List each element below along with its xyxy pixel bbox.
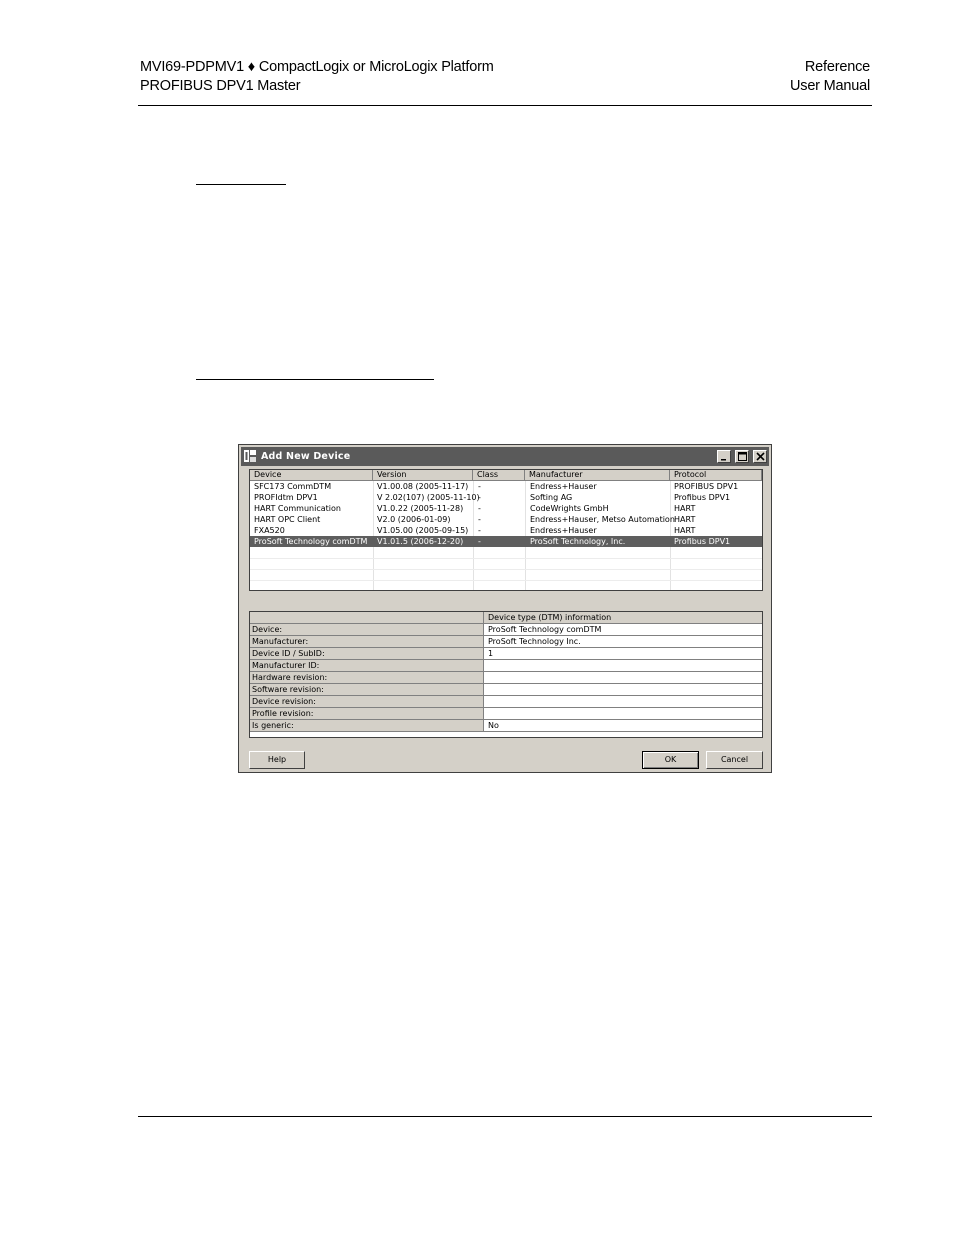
grid-line: [250, 558, 762, 559]
cell-protocol: Profibus DPV1: [674, 493, 731, 502]
column-header-class[interactable]: Class: [473, 470, 525, 481]
maximize-button[interactable]: [735, 450, 749, 463]
table-row[interactable]: SFC173 CommDTM V1.00.08 (2005-11-17) - E…: [250, 481, 762, 492]
close-icon: [756, 452, 765, 461]
cell-class: -: [478, 526, 481, 535]
info-row[interactable]: Hardware revision:: [250, 672, 762, 684]
cell-class: -: [478, 493, 481, 502]
cell-protocol: HART: [674, 526, 696, 535]
device-info-grid: Device type (DTM) information Device: Pr…: [249, 611, 763, 738]
table-row[interactable]: PROFIdtm DPV1 V 2.02(107) (2005-11-10) -…: [250, 492, 762, 503]
info-row[interactable]: Profile revision:: [250, 708, 762, 720]
info-label: Device ID / SubID:: [250, 648, 484, 659]
cell-protocol: HART: [674, 504, 696, 513]
cell-device: FXA520: [254, 526, 285, 535]
app-icon: [244, 450, 256, 462]
cell-device: PROFIdtm DPV1: [254, 493, 318, 502]
header-product-title: MVI69-PDPMV1 ♦ CompactLogix or MicroLogi…: [140, 59, 494, 75]
info-row[interactable]: Is generic: No: [250, 720, 762, 732]
cell-device: ProSoft Technology comDTM: [254, 537, 368, 546]
section-underline-1: [196, 184, 286, 185]
cell-device: HART Communication: [254, 504, 341, 513]
cancel-button[interactable]: Cancel: [706, 751, 763, 769]
table-row[interactable]: HART Communication V1.0.22 (2005-11-28) …: [250, 503, 762, 514]
info-value: ProSoft Technology comDTM: [488, 625, 602, 634]
cell-class: -: [478, 504, 481, 513]
page-header-left: MVI69-PDPMV1 ♦ CompactLogix or MicroLogi…: [140, 58, 494, 96]
ok-button[interactable]: OK: [642, 751, 699, 769]
info-row[interactable]: Device ID / SubID: 1: [250, 648, 762, 660]
minimize-button[interactable]: [717, 450, 731, 463]
dialog-title: Add New Device: [261, 451, 351, 462]
cell-version: V 2.02(107) (2005-11-10): [377, 493, 480, 502]
info-value: No: [488, 721, 499, 730]
grid-line: [250, 569, 762, 570]
cell-manufacturer: ProSoft Technology, Inc.: [530, 537, 626, 546]
column-header-manufacturer[interactable]: Manufacturer: [525, 470, 670, 481]
dialog-titlebar[interactable]: Add New Device: [241, 447, 769, 466]
info-header-row: Device type (DTM) information: [250, 612, 762, 624]
info-row[interactable]: Device revision:: [250, 696, 762, 708]
info-label: Software revision:: [250, 684, 484, 695]
info-label: Device:: [250, 624, 484, 635]
cell-manufacturer: Endress+Hauser: [530, 482, 597, 491]
column-header-version[interactable]: Version: [373, 470, 473, 481]
cell-class: -: [478, 515, 481, 524]
table-row[interactable]: FXA520 V1.05.00 (2005-09-15) - Endress+H…: [250, 525, 762, 536]
cell-device: HART OPC Client: [254, 515, 321, 524]
cell-manufacturer: Endress+Hauser: [530, 526, 597, 535]
device-list[interactable]: Device Version Class Manufacturer Protoc…: [249, 469, 763, 591]
add-new-device-dialog: Add New Device Device Version Class Manu…: [238, 444, 772, 773]
info-row[interactable]: Manufacturer: ProSoft Technology Inc.: [250, 636, 762, 648]
info-header: Device type (DTM) information: [488, 613, 612, 622]
cell-class: -: [478, 482, 481, 491]
help-button[interactable]: Help: [249, 751, 305, 769]
cell-manufacturer: Endress+Hauser, Metso Automation: [530, 515, 675, 524]
header-rule: [138, 105, 872, 106]
info-value: 1: [488, 649, 494, 658]
table-row-selected[interactable]: ProSoft Technology comDTM V1.01.5 (2006-…: [250, 536, 762, 547]
info-label: Is generic:: [250, 720, 484, 731]
cell-version: V2.0 (2006-01-09): [377, 515, 451, 524]
header-section: Reference: [804, 59, 870, 75]
page-header-right: Reference User Manual: [790, 58, 870, 96]
cell-manufacturer: CodeWrights GmbH: [530, 504, 609, 513]
cell-device: SFC173 CommDTM: [254, 482, 332, 491]
cell-protocol: PROFIBUS DPV1: [674, 482, 739, 491]
cell-protocol: Profibus DPV1: [674, 537, 731, 546]
cell-version: V1.05.00 (2005-09-15): [377, 526, 469, 535]
footer-rule: [138, 1116, 872, 1117]
info-value: ProSoft Technology Inc.: [488, 637, 581, 646]
info-row[interactable]: Software revision:: [250, 684, 762, 696]
cell-version: V1.0.22 (2005-11-28): [377, 504, 464, 513]
cell-manufacturer: Softing AG: [530, 493, 573, 502]
info-label: Hardware revision:: [250, 672, 484, 683]
cell-version: V1.00.08 (2005-11-17): [377, 482, 469, 491]
info-label: Manufacturer:: [250, 636, 484, 647]
grid-line: [250, 580, 762, 581]
close-button[interactable]: [753, 450, 767, 463]
info-row[interactable]: Manufacturer ID:: [250, 660, 762, 672]
section-underline-2: [196, 379, 434, 380]
cell-protocol: HART: [674, 515, 696, 524]
header-doc-type: User Manual: [790, 78, 870, 94]
cell-version: V1.01.5 (2006-12-20): [377, 537, 464, 546]
column-header-device[interactable]: Device: [250, 470, 373, 481]
table-row[interactable]: HART OPC Client V2.0 (2006-01-09) - Endr…: [250, 514, 762, 525]
info-row[interactable]: Device: ProSoft Technology comDTM: [250, 624, 762, 636]
info-label: Manufacturer ID:: [250, 660, 484, 671]
info-header-blank: [250, 612, 484, 623]
minimize-icon: [721, 459, 726, 461]
header-product-subtitle: PROFIBUS DPV1 Master: [140, 78, 301, 94]
info-label: Device revision:: [250, 696, 484, 707]
maximize-icon: [738, 452, 747, 461]
column-header-protocol[interactable]: Protocol: [670, 470, 762, 481]
info-label: Profile revision:: [250, 708, 484, 719]
cell-class: -: [478, 537, 481, 546]
